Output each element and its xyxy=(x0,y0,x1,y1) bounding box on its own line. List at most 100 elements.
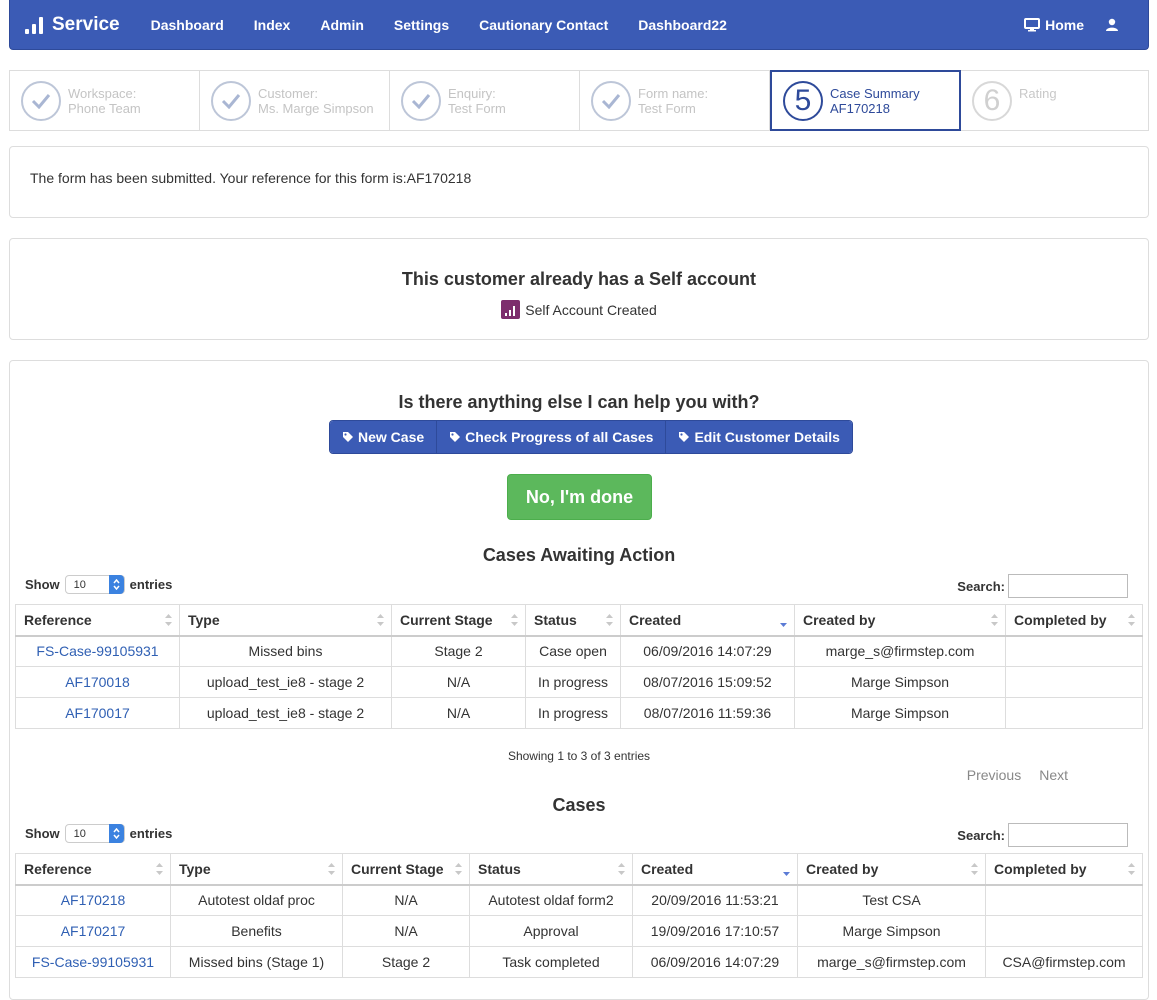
check-progress-label: Check Progress of all Cases xyxy=(465,429,654,445)
table-cell-created: 06/09/2016 14:07:29 xyxy=(620,635,795,667)
chevron-updown-icon xyxy=(108,824,124,843)
column-header-created-by[interactable]: Created by xyxy=(794,604,1006,637)
sort-icon xyxy=(1127,862,1136,879)
column-header-status[interactable]: Status xyxy=(525,604,621,637)
table-cell-created: 19/09/2016 17:10:57 xyxy=(632,915,798,947)
self-account-heading: This customer already has a Self account xyxy=(401,269,757,289)
check-progress-button[interactable]: Check Progress of all Cases xyxy=(437,421,667,453)
nav-dashboard[interactable]: Dashboard xyxy=(151,17,224,33)
column-header-completed-by[interactable]: Completed by xyxy=(985,853,1143,886)
check-icon xyxy=(591,80,631,121)
new-case-button[interactable]: New Case xyxy=(330,421,438,453)
action-button-group: New Case Check Progress of all Cases Edi… xyxy=(329,420,853,454)
table-cell-type: upload_test_ie8 - stage 2 xyxy=(179,697,392,729)
step-number: 5 xyxy=(783,80,823,121)
table-row[interactable]: AF170218 Autotest oldaf proc N/A Autotest o… xyxy=(15,884,1143,916)
table-row[interactable]: AF170217 Benefits N/A Approval 19/09/2016 17… xyxy=(15,915,1143,947)
step-value: AF170218 xyxy=(830,100,890,116)
table-row[interactable]: AF170018 upload_test_ie8 - stage 2 N/A In p… xyxy=(15,666,1143,698)
table-cell-status: Task completed xyxy=(469,946,633,978)
awaiting-table: Reference Type Current Stage Status Created C… xyxy=(15,604,1143,729)
awaiting-search: Search: xyxy=(957,574,1128,598)
awaiting-info: Showing 1 to 3 of 3 entries xyxy=(507,749,651,763)
table-cell-reference[interactable]: FS-Case-99105931 xyxy=(15,946,171,978)
nav-admin[interactable]: Admin xyxy=(320,17,364,33)
table-cell-reference[interactable]: FS-Case-99105931 xyxy=(15,635,180,667)
previous-button[interactable]: Previous xyxy=(967,767,1021,783)
signal-icon xyxy=(25,16,43,34)
step-value: Phone Team xyxy=(68,100,141,116)
sort-icon xyxy=(510,613,519,630)
column-header-type[interactable]: Type xyxy=(179,604,392,637)
sort-icon xyxy=(1127,613,1136,630)
table-cell-created: 06/09/2016 14:07:29 xyxy=(632,946,798,978)
table-row[interactable]: FS-Case-99105931 Missed bins Stage 2 Case o… xyxy=(15,635,1143,667)
step-case-summary[interactable]: 5 Case Summary AF170218 xyxy=(770,70,961,131)
table-cell-current-stage: Stage 2 xyxy=(342,946,470,978)
table-row[interactable]: AF170017 upload_test_ie8 - stage 2 N/A In p… xyxy=(15,697,1143,729)
page-size-select[interactable]: 10 xyxy=(64,575,125,594)
column-header-type[interactable]: Type xyxy=(170,853,343,886)
step-value: Test Form xyxy=(638,100,696,116)
table-cell-completed-by xyxy=(1005,666,1143,698)
table-cell-status: Case open xyxy=(525,635,621,667)
edit-customer-button[interactable]: Edit Customer Details xyxy=(666,421,852,453)
nav-cautionary-contact[interactable]: Cautionary Contact xyxy=(479,17,608,33)
table-cell-completed-by xyxy=(1005,697,1143,729)
sort-icon xyxy=(617,862,626,879)
table-header-row: Reference Type Current Stage Status Created C… xyxy=(15,853,1143,886)
table-cell-status: Autotest oldaf form2 xyxy=(469,884,633,916)
step-customer[interactable]: Customer: Ms. Marge Simpson xyxy=(200,71,390,130)
column-header-created[interactable]: Created xyxy=(632,853,798,886)
step-label: Workspace: xyxy=(68,85,137,101)
table-cell-reference[interactable]: AF170218 xyxy=(15,884,171,916)
search-input[interactable] xyxy=(1008,823,1128,847)
table-cell-reference[interactable]: AF170017 xyxy=(15,697,180,729)
nav-index[interactable]: Index xyxy=(254,17,291,33)
search-input[interactable] xyxy=(1008,574,1128,598)
column-header-current-stage[interactable]: Current Stage xyxy=(342,853,470,886)
table-cell-current-stage: N/A xyxy=(391,697,526,729)
page-size-value: 10 xyxy=(73,578,86,591)
step-enquiry[interactable]: Enquiry: Test Form xyxy=(390,71,580,130)
column-header-reference[interactable]: Reference xyxy=(15,853,171,886)
progress-stepper: Workspace: Phone Team Customer: Ms. Marge … xyxy=(9,70,1149,131)
sort-desc-icon xyxy=(779,613,788,630)
column-header-current-stage[interactable]: Current Stage xyxy=(391,604,526,637)
sort-icon xyxy=(376,613,385,630)
table-cell-type: Missed bins xyxy=(179,635,392,667)
column-header-completed-by[interactable]: Completed by xyxy=(1005,604,1143,637)
table-cell-reference[interactable]: AF170018 xyxy=(15,666,180,698)
table-cell-reference[interactable]: AF170217 xyxy=(15,915,171,947)
table-row[interactable]: FS-Case-99105931 Missed bins (Stage 1) Sta… xyxy=(15,946,1143,978)
brand[interactable]: Service xyxy=(24,14,120,36)
tag-icon xyxy=(679,432,690,442)
table-cell-type: upload_test_ie8 - stage 2 xyxy=(179,666,392,698)
column-header-status[interactable]: Status xyxy=(469,853,633,886)
edit-customer-label: Edit Customer Details xyxy=(694,429,840,445)
step-workspace[interactable]: Workspace: Phone Team xyxy=(10,71,200,130)
step-form-name[interactable]: Form name: Test Form xyxy=(580,71,770,130)
help-question: Is there anything else I can help you wi… xyxy=(398,392,760,412)
user-icon[interactable] xyxy=(1106,18,1118,32)
help-panel: Is there anything else I can help you wi… xyxy=(9,360,1149,1000)
column-header-created[interactable]: Created xyxy=(620,604,795,637)
column-header-created-by[interactable]: Created by xyxy=(797,853,986,886)
nav-dashboard22[interactable]: Dashboard22 xyxy=(638,17,727,33)
cases-title: Cases xyxy=(552,795,606,815)
table-cell-current-stage: N/A xyxy=(391,666,526,698)
step-rating[interactable]: 6 Rating xyxy=(961,71,1148,130)
awaiting-pager: Previous Next xyxy=(949,767,1068,783)
done-button[interactable]: No, I'm done xyxy=(507,474,652,520)
home-link[interactable]: Home xyxy=(1024,17,1084,33)
tag-icon xyxy=(450,432,461,442)
entries-label: entries xyxy=(129,826,173,841)
table-cell-type: Benefits xyxy=(170,915,343,947)
table-cell-created-by: marge_s@firmstep.com xyxy=(794,635,1006,667)
nav-settings[interactable]: Settings xyxy=(394,17,449,33)
table-cell-created: 20/09/2016 11:53:21 xyxy=(632,884,798,916)
step-value: Test Form xyxy=(448,100,506,116)
next-button[interactable]: Next xyxy=(1039,767,1068,783)
page-size-select[interactable]: 10 xyxy=(64,824,125,843)
column-header-reference[interactable]: Reference xyxy=(15,604,180,637)
